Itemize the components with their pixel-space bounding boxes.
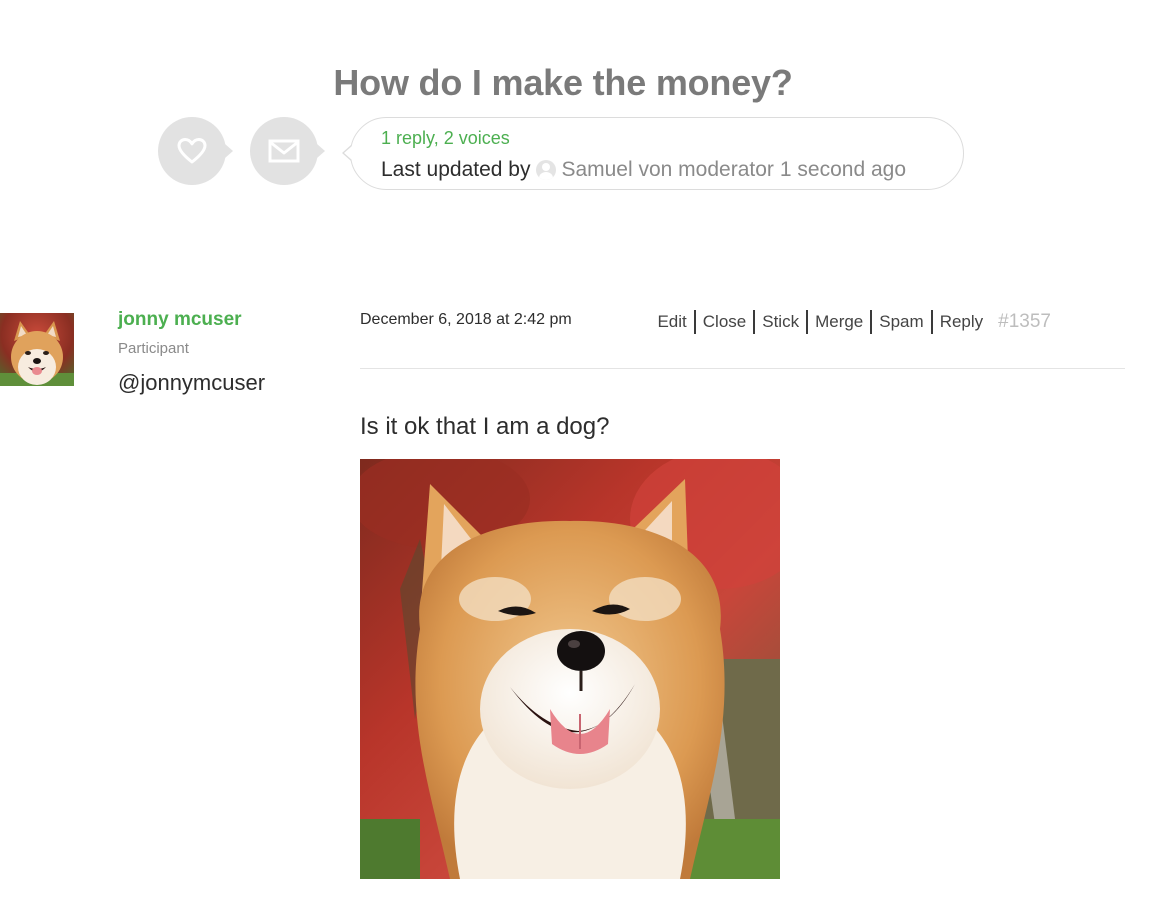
- heart-icon: [177, 138, 207, 164]
- last-updated-user-link[interactable]: Samuel von moderator: [561, 158, 773, 182]
- author-avatar[interactable]: [0, 313, 74, 386]
- post-permalink[interactable]: #1357: [998, 311, 1051, 333]
- edit-link[interactable]: Edit: [657, 311, 693, 333]
- merge-link[interactable]: Merge: [808, 311, 870, 333]
- last-updated: Last updated by Samuel von moderator 1 s…: [381, 158, 906, 182]
- post-date: December 6, 2018 at 2:42 pm: [360, 311, 572, 328]
- author-handle: @jonnymcuser: [118, 370, 266, 395]
- topic-title: How do I make the money?: [333, 62, 793, 103]
- stick-link[interactable]: Stick: [755, 311, 806, 333]
- post-content: Is it ok that I am a dog?: [360, 413, 610, 440]
- shiba-dog-photo-icon: [360, 459, 780, 879]
- author-name-link[interactable]: jonny mcuser: [118, 309, 242, 331]
- topic-meta-bubble: 1 reply, 2 voices Last updated by Samuel…: [342, 117, 964, 190]
- envelope-icon: [268, 139, 300, 163]
- reply-count: 1 reply, 2 voices: [381, 128, 510, 148]
- favorite-button[interactable]: [158, 117, 233, 185]
- post-image: [360, 459, 780, 879]
- last-updated-label: Last updated by: [381, 158, 531, 181]
- freshness-link[interactable]: 1 second ago: [780, 158, 906, 182]
- post-divider: [360, 368, 1125, 369]
- shiba-dog-avatar-icon: [0, 313, 74, 386]
- admin-links: Edit Close Stick Merge Spam Reply #1357: [657, 310, 1051, 334]
- close-link[interactable]: Close: [696, 311, 753, 333]
- author-role: Participant: [118, 340, 189, 357]
- user-avatar-icon: [536, 160, 557, 180]
- spam-link[interactable]: Spam: [872, 311, 930, 333]
- reply-link[interactable]: Reply: [933, 311, 990, 333]
- subscribe-button[interactable]: [250, 117, 325, 185]
